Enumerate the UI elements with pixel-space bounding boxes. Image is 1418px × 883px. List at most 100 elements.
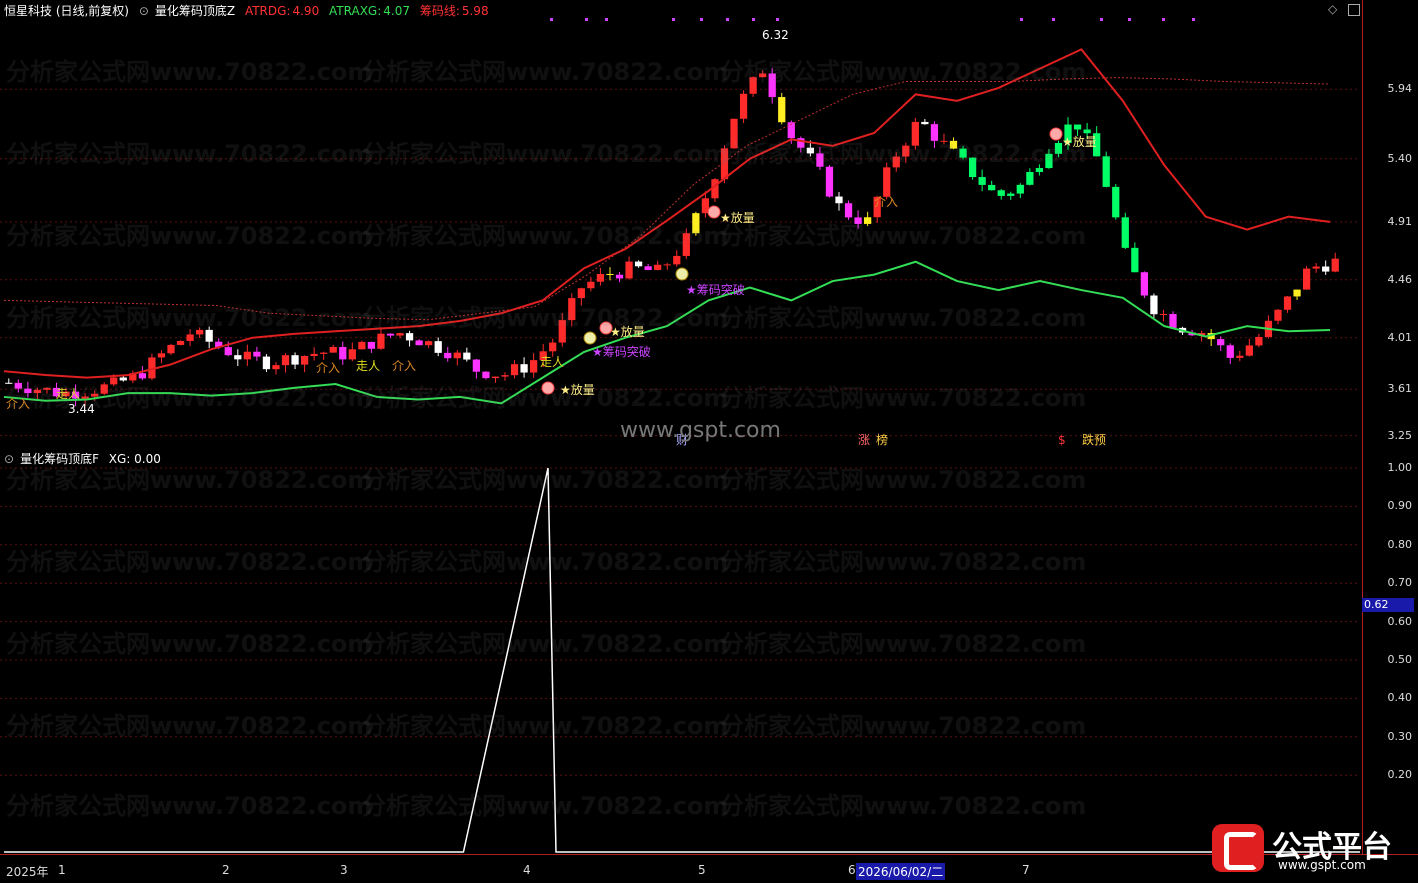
month-2: 2: [222, 863, 230, 877]
candle-body: [1331, 258, 1339, 272]
candle-body: [415, 340, 423, 346]
candle-body: [425, 341, 433, 346]
candle-body: [291, 355, 299, 365]
candle-body: [339, 346, 347, 360]
candle-body: [1121, 217, 1129, 248]
candle-body: [663, 264, 671, 266]
site-watermark: 分析家公式网www.70822.com: [6, 712, 373, 740]
candle-body: [644, 266, 652, 271]
time-axis[interactable]: 2025年 1 2 3 4 5 6 2026/06/02/二 7: [0, 854, 1418, 883]
candle-body: [405, 333, 414, 341]
candle-body: [596, 273, 605, 282]
candle-body: [978, 177, 986, 185]
month-1: 1: [58, 863, 66, 877]
candle-body: [310, 353, 318, 357]
signal-marker: [726, 18, 729, 21]
cursor-date: 2026/06/02/二: [856, 863, 946, 880]
price-header: 恒星科技 (日线,前复权) ⊙ 量化筹码顶底Z ATRDG: 4.90 ATRAXG…: [4, 2, 495, 19]
site-watermark: 分析家公式网www.70822.com: [720, 222, 1087, 250]
price-tick-label: 3.25: [1387, 428, 1413, 442]
candle-body: [1236, 355, 1244, 358]
candle-body: [634, 261, 643, 267]
candle-body: [1255, 336, 1263, 346]
collapse-icon[interactable]: ⊙: [139, 4, 149, 18]
indicator-name: 量化筹码顶底Z: [154, 4, 236, 18]
candle-body: [1322, 266, 1330, 272]
site-watermark: 分析家公式网www.70822.com: [6, 548, 373, 576]
signal-marker: [550, 18, 553, 21]
candle-body: [778, 97, 786, 123]
candle-body: [157, 353, 166, 358]
candle-body: [510, 364, 519, 376]
candle-body: [1007, 193, 1015, 196]
chart-annotation: 介入: [874, 195, 898, 209]
candle-body: [615, 274, 624, 279]
gspt-logo[interactable]: 公式平台 www.gspt.com: [1212, 820, 1408, 878]
signal-marker: [1100, 18, 1103, 21]
signal-marker: [776, 18, 779, 21]
candle-body: [320, 352, 328, 354]
candle-body: [386, 333, 395, 336]
candle-body: [625, 261, 633, 279]
indicator-tick-label: 0.60: [1387, 614, 1413, 628]
candle-body: [988, 184, 996, 191]
candle-body: [262, 356, 271, 370]
candle-body: [367, 341, 376, 349]
signal-marker: [700, 18, 703, 21]
price-tick-label: 3.61: [1387, 382, 1413, 396]
candle-body: [281, 355, 290, 366]
candle-body: [921, 121, 929, 125]
candle-body: [1131, 247, 1139, 273]
indicator-tick-label: 0.50: [1387, 653, 1413, 666]
restore-icon[interactable]: [1348, 4, 1360, 16]
atrdg-value: 4.90: [292, 4, 320, 18]
money-bag-icon: [583, 331, 597, 345]
candle-body: [1283, 296, 1292, 310]
site-watermark: 分析家公式网www.70822.com: [6, 792, 373, 820]
candle-body: [167, 344, 175, 354]
candle-body: [243, 351, 251, 360]
year-label: 2025年: [6, 865, 49, 879]
candle-body: [253, 351, 261, 357]
site-watermark: 分析家公式网www.70822.com: [362, 466, 729, 494]
chart-annotation: 跌预: [1082, 432, 1106, 447]
month-4: 4: [523, 863, 531, 877]
candle-body: [234, 355, 242, 360]
price-tick-label: 4.01: [1387, 330, 1413, 344]
candle-body: [577, 288, 585, 299]
candle-body: [1140, 272, 1148, 296]
gspt-watermark: www.gspt.com: [620, 418, 781, 443]
site-watermark: 分析家公式网www.70822.com: [720, 384, 1087, 412]
candle-body: [501, 375, 509, 377]
candle-body: [1150, 295, 1158, 315]
candle-body: [224, 347, 232, 356]
chart-annotation: $: [1058, 433, 1066, 447]
candle-body: [606, 273, 614, 275]
site-watermark: 分析家公式网www.70822.com: [362, 222, 729, 250]
month-3: 3: [340, 863, 348, 877]
site-watermark: 分析家公式网www.70822.com: [720, 548, 1087, 576]
candle-body: [587, 281, 595, 289]
site-watermark: 分析家公式网www.70822.com: [362, 384, 729, 412]
cml-value: 5.98: [461, 4, 489, 18]
atrdg-label: ATRDG:: [244, 4, 291, 18]
logo-url: www.gspt.com: [1278, 858, 1366, 872]
site-watermark: 分析家公式网www.70822.com: [362, 140, 729, 168]
candle-body: [434, 341, 442, 353]
site-watermark: 分析家公式网www.70822.com: [362, 792, 729, 820]
chart-annotation: 介入: [316, 361, 340, 375]
month-7: 7: [1022, 863, 1030, 877]
candle-body: [1217, 339, 1225, 346]
indicator-tick-label: 0.40: [1387, 691, 1413, 705]
candle-body: [739, 93, 748, 119]
site-watermark: 分析家公式网www.70822.com: [362, 712, 729, 740]
candle-body: [1302, 268, 1311, 290]
price-tick-label: 5.40: [1387, 151, 1413, 165]
indicator-tick-label: 0.30: [1387, 729, 1413, 743]
site-watermark: 分析家公式网www.70822.com: [720, 140, 1087, 168]
indicator-tick-label: 0.20: [1387, 768, 1413, 782]
candle-body: [825, 166, 834, 197]
site-watermark: 分析家公式网www.70822.com: [720, 466, 1087, 494]
diamond-icon[interactable]: ◇: [1328, 2, 1337, 16]
chart-annotation: 介入: [392, 359, 416, 373]
